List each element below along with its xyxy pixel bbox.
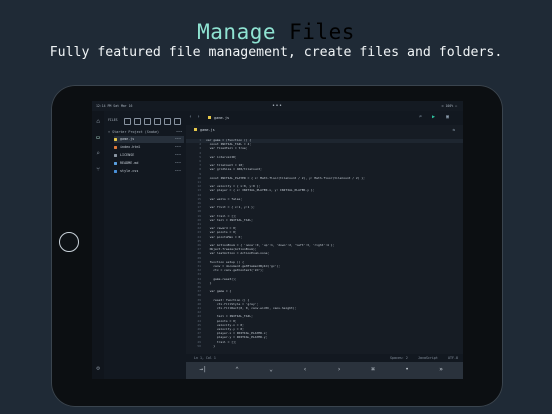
code-line[interactable]: 32 ctx = canv.getContext('2d'); xyxy=(186,268,463,273)
page-title: Manage Files xyxy=(197,20,355,44)
activity-rail: ⌂ ▭ ⌕ ⑂ ⚙ xyxy=(92,111,104,379)
system-status-bar: 12:14 PM Sat Mar 16 ••• ⊙ 100% ▭ xyxy=(92,101,463,111)
source-control-icon[interactable]: ⑂ xyxy=(95,167,101,173)
arrow-down-button[interactable]: ⌄ xyxy=(266,366,276,373)
tab-game-js[interactable]: game.js xyxy=(208,114,229,122)
code-text: var intervalID; xyxy=(206,154,237,159)
status-battery: ⊙ 100% ▭ xyxy=(441,104,457,108)
home-icon[interactable]: ⌂ xyxy=(95,119,101,125)
markdown-file-icon xyxy=(114,161,117,165)
code-line[interactable]: 17 var fruit = { x:1, y:1 }; xyxy=(186,205,463,210)
code-text: var game = { xyxy=(206,289,232,294)
code-text: ctx = canv.getContext('2d'); xyxy=(206,268,264,273)
code-text: var pointsMax = 0; xyxy=(206,234,243,239)
code-text: var lastAction = ActionEnum.none; xyxy=(206,251,270,256)
editor-status-bar: Ln 1, Col 1 Spaces: 2 JavaScript UTF-8 xyxy=(186,354,463,362)
file-more-button[interactable]: ••• xyxy=(175,152,181,159)
home-button[interactable] xyxy=(59,232,79,252)
code-text: var walls = false; xyxy=(206,196,243,201)
code-line[interactable]: 34 game.reset(); xyxy=(186,277,463,282)
split-view-icon[interactable]: ▣ xyxy=(446,114,449,120)
code-line[interactable]: 20 var tail = INITIAL_TAIL; xyxy=(186,217,463,223)
new-folder-icon[interactable] xyxy=(154,118,161,125)
editor-tab-bar: ‹ › game.js ⌕ ▶ ▣ xyxy=(186,111,463,126)
status-time: 12:14 PM Sat Mar 16 xyxy=(96,104,133,108)
cursor-position[interactable]: Ln 1, Col 1 xyxy=(194,354,216,362)
encoding[interactable]: UTF-8 xyxy=(448,354,458,362)
code-line[interactable]: 13 var player = { x: INITIAL_PLAYER.x, y… xyxy=(186,189,463,193)
collapse-icon[interactable] xyxy=(174,118,181,125)
folder-icon[interactable]: ▭ xyxy=(95,135,101,141)
project-folder[interactable]: ▾ Starter Project (Snake) xyxy=(108,130,159,134)
app-screen: 12:14 PM Sat Mar 16 ••• ⊙ 100% ▭ ⌂ ▭ ⌕ ⑂… xyxy=(92,101,463,379)
code-line[interactable]: 41 ctx.fillRect(0, 0, canv.width, canv.h… xyxy=(186,306,463,311)
more-keys-button[interactable]: » xyxy=(436,366,446,373)
file-item-index-html[interactable]: index.html ••• xyxy=(114,144,184,151)
js-file-icon xyxy=(114,137,117,141)
code-line[interactable]: 5 var intervalID; xyxy=(186,154,463,160)
language-mode[interactable]: JavaScript xyxy=(418,354,438,362)
text-file-icon xyxy=(114,153,117,157)
arrow-up-button[interactable]: ⌃ xyxy=(232,366,242,373)
chevron-right-icon[interactable]: › xyxy=(197,114,200,120)
code-line[interactable]: 8 var gridSize = 400/tileCount; xyxy=(186,168,463,172)
file-item-game-js[interactable]: game.js ••• xyxy=(114,136,184,143)
line-number: 50 xyxy=(197,343,201,348)
new-file-icon[interactable] xyxy=(144,118,151,125)
project-more-button[interactable]: ••• xyxy=(176,130,182,134)
pin-icon[interactable] xyxy=(134,118,141,125)
code-editor: ‹ › game.js ⌕ ▶ ▣ game.js ⇆ 1 var game = … xyxy=(186,111,463,354)
code-text: const INITIAL_PLAYER = { x: Math.floor(t… xyxy=(206,175,365,180)
command-key-button[interactable]: ⌘ xyxy=(368,366,378,373)
css-file-icon xyxy=(114,169,117,173)
file-more-button[interactable]: ••• xyxy=(175,144,181,151)
code-line[interactable]: 28 var lastAction = ActionEnum.none; xyxy=(186,252,463,256)
code-text: ctx.fillRect(0, 0, canv.width, canv.heig… xyxy=(206,306,297,310)
file-item-license[interactable]: LICENSE ••• xyxy=(114,152,184,159)
code-line[interactable]: 50 } xyxy=(186,343,463,349)
dot-key-button[interactable]: • xyxy=(402,366,412,373)
tab-key-button[interactable]: →| xyxy=(198,366,208,373)
html-file-icon xyxy=(114,145,117,149)
multitask-dots[interactable]: ••• xyxy=(272,103,283,109)
file-item-readme[interactable]: README.md ••• xyxy=(114,160,184,167)
search-icon[interactable]: ⌕ xyxy=(95,151,101,157)
chevron-left-icon[interactable]: ‹ xyxy=(189,114,192,120)
code-line[interactable]: 49 trail = []; xyxy=(186,340,463,345)
code-text: var gridSize = 400/tileCount; xyxy=(206,167,262,172)
arrow-right-button[interactable]: › xyxy=(334,366,344,373)
js-file-icon xyxy=(208,116,211,119)
code-text: var fixedTail = true; xyxy=(206,146,248,151)
search-icon[interactable]: ⌕ xyxy=(419,114,422,120)
page-subtitle: Fully featured file management, create f… xyxy=(49,45,503,60)
code-line[interactable]: 35 } xyxy=(186,280,463,286)
code-line[interactable]: 10 const INITIAL_PLAYER = { x: Math.floo… xyxy=(186,175,463,181)
settings-gear-icon[interactable]: ⚙ xyxy=(95,366,101,372)
code-text: } xyxy=(206,343,216,348)
files-label: FILES xyxy=(108,118,118,122)
file-more-button[interactable]: ••• xyxy=(175,160,181,167)
run-play-icon[interactable]: ▶ xyxy=(432,114,435,120)
search-files-icon[interactable] xyxy=(124,118,131,125)
indent-setting[interactable]: Spaces: 2 xyxy=(390,354,408,362)
breadcrumb: game.js ⇆ xyxy=(186,125,463,135)
code-line[interactable]: 15 var walls = false; xyxy=(186,196,463,202)
keyboard-accessory-bar: →| ⌃ ⌄ ‹ › ⌘ • » xyxy=(186,362,463,379)
js-file-icon xyxy=(194,128,197,131)
code-line[interactable]: 3 var fixedTail = true; xyxy=(186,147,463,151)
code-text: var player = { x: INITIAL_PLAYER.x, y: I… xyxy=(206,188,315,193)
code-text: var tail = INITIAL_TAIL; xyxy=(206,217,253,222)
file-item-style-css[interactable]: style.css ••• xyxy=(114,168,184,175)
file-more-button[interactable]: ••• xyxy=(175,136,181,143)
code-text: } xyxy=(206,280,212,285)
file-sidebar: ⌂ ▭ ⌕ ⑂ ⚙ FILES ▾ Starter Project (Snake… xyxy=(92,111,186,379)
code-line[interactable]: 37 var game = { xyxy=(186,289,463,294)
code-text: var fruit = { x:1, y:1 }; xyxy=(206,205,255,210)
refresh-icon[interactable] xyxy=(164,118,171,125)
format-icon[interactable]: ⇆ xyxy=(453,127,455,132)
file-more-button[interactable]: ••• xyxy=(175,168,181,175)
code-area[interactable]: 1 var game = (function () {2 const INITIA… xyxy=(186,138,463,351)
code-line[interactable]: 24 var pointsMax = 0; xyxy=(186,234,463,240)
arrow-left-button[interactable]: ‹ xyxy=(300,366,310,373)
